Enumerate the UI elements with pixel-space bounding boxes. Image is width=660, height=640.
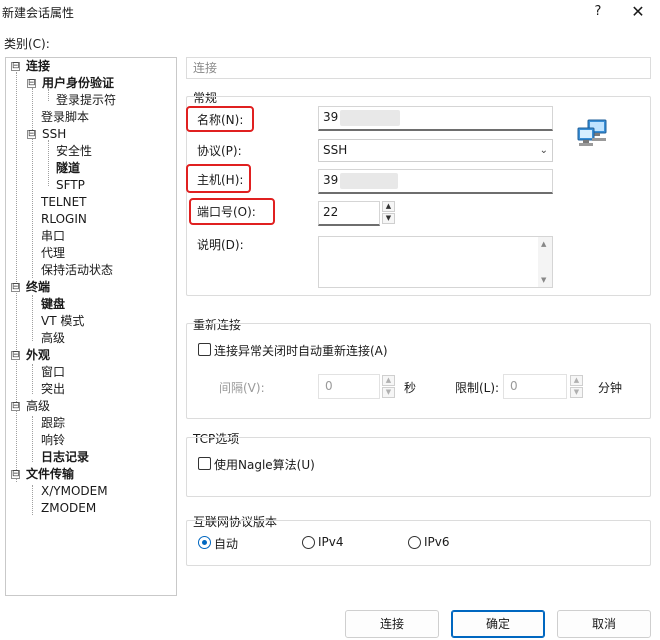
host-value: 39 xyxy=(323,173,339,187)
port-input[interactable]: 22 xyxy=(318,201,380,226)
nagle-label: 使用Nagle算法(U) xyxy=(214,458,315,472)
limit-unit: 分钟 xyxy=(598,381,623,395)
redacted-blur xyxy=(340,110,400,126)
help-button[interactable]: ? xyxy=(584,0,612,26)
tree-line xyxy=(32,364,33,394)
collapse-icon[interactable]: ⊟ xyxy=(27,79,36,88)
tree-item-advanced[interactable]: ⊟ 高级 xyxy=(10,398,50,415)
tree-line xyxy=(32,295,33,341)
tree-line xyxy=(16,72,17,482)
tree-item-tunnel[interactable]: 隧道 xyxy=(56,160,80,177)
tree-item-appearance[interactable]: ⊟ 外观 xyxy=(10,347,50,364)
protocol-select[interactable]: SSH ⌄ xyxy=(318,139,553,162)
tree-item-login-script[interactable]: 登录脚本 xyxy=(41,109,89,126)
ip-auto-label: 自动 xyxy=(214,537,239,551)
collapse-icon[interactable]: ⊟ xyxy=(11,62,20,71)
tree-item-logging[interactable]: 日志记录 xyxy=(41,449,89,466)
interval-label: 间隔(V): xyxy=(219,381,265,395)
tree-item-file-transfer[interactable]: ⊟ 文件传输 xyxy=(10,466,74,483)
ipv4-label: IPv4 xyxy=(318,535,344,549)
redacted-blur xyxy=(340,173,398,189)
tree-line xyxy=(32,416,33,462)
scrollbar[interactable]: ▲ ▼ xyxy=(538,237,552,287)
title-bar: 新建会话属性 ? ✕ xyxy=(0,0,660,26)
interval-unit: 秒 xyxy=(404,381,417,395)
tree-item-terminal[interactable]: ⊟ 终端 xyxy=(10,279,50,296)
ip-auto-radio[interactable] xyxy=(198,536,211,549)
port-label: 端口号(O): xyxy=(197,205,256,219)
tree-item-security[interactable]: 安全性 xyxy=(56,143,92,160)
reconnect-group xyxy=(186,323,651,419)
description-label: 说明(D): xyxy=(197,238,244,252)
cancel-button[interactable]: 取消 xyxy=(557,610,651,638)
tree-item-keyboard[interactable]: 键盘 xyxy=(41,296,65,313)
tree-item-keepalive[interactable]: 保持活动状态 xyxy=(41,262,113,279)
tree-item-proxy[interactable]: 代理 xyxy=(41,245,65,262)
limit-label: 限制(L): xyxy=(455,381,500,395)
breadcrumb: 连接 xyxy=(186,57,651,79)
tree-item-telnet[interactable]: TELNET xyxy=(41,194,87,211)
tree-item-terminal-advanced[interactable]: 高级 xyxy=(41,330,65,347)
tree-item-vt-mode[interactable]: VT 模式 xyxy=(41,313,84,330)
category-label: 类别(C): xyxy=(4,37,50,51)
collapse-icon[interactable]: ⊟ xyxy=(27,130,36,139)
close-button[interactable]: ✕ xyxy=(620,0,656,26)
tree-item-rlogin[interactable]: RLOGIN xyxy=(41,211,87,228)
tree-line xyxy=(48,140,49,186)
network-computers-icon xyxy=(577,119,607,146)
limit-decrement-button[interactable]: ▼ xyxy=(570,387,583,398)
tree-item-highlight[interactable]: 突出 xyxy=(41,381,65,398)
scroll-up-icon[interactable]: ▲ xyxy=(541,240,546,248)
protocol-label: 协议(P): xyxy=(197,144,242,158)
tree-line xyxy=(32,88,33,278)
name-value: 39 xyxy=(323,110,339,124)
host-label: 主机(H): xyxy=(197,173,244,187)
tree-item-xymodem[interactable]: X/YMODEM xyxy=(41,483,108,500)
ok-button[interactable]: 确定 xyxy=(451,610,545,638)
collapse-icon[interactable]: ⊟ xyxy=(11,470,20,479)
collapse-icon[interactable]: ⊟ xyxy=(11,402,20,411)
scroll-down-icon[interactable]: ▼ xyxy=(541,276,546,284)
ipv6-label: IPv6 xyxy=(424,535,450,549)
window-title: 新建会话属性 xyxy=(2,6,75,20)
collapse-icon[interactable]: ⊟ xyxy=(11,351,20,360)
limit-increment-button[interactable]: ▲ xyxy=(570,375,583,386)
tree-item-serial[interactable]: 串口 xyxy=(41,228,65,245)
tree-item-user-auth[interactable]: ⊟ 用户身份验证 xyxy=(26,75,114,92)
chevron-down-icon: ⌄ xyxy=(539,145,548,156)
tree-item-zmodem[interactable]: ZMODEM xyxy=(41,500,96,517)
ipv4-radio[interactable] xyxy=(302,536,315,549)
interval-input[interactable]: 0 xyxy=(318,374,380,399)
tree-item-sftp[interactable]: SFTP xyxy=(56,177,85,194)
description-textarea[interactable]: ▲ ▼ xyxy=(318,236,553,288)
category-tree[interactable]: ⊟ 连接 ⊟ 用户身份验证 登录提示符 登录脚本 ⊟ SSH 安全性 隧道 SF… xyxy=(5,57,177,596)
auto-reconnect-label: 连接异常关闭时自动重新连接(A) xyxy=(214,344,388,358)
interval-increment-button[interactable]: ▲ xyxy=(382,375,395,386)
connect-button[interactable]: 连接 xyxy=(345,610,439,638)
auto-reconnect-checkbox[interactable] xyxy=(198,343,211,356)
tree-item-login-prompt[interactable]: 登录提示符 xyxy=(56,92,116,109)
tree-item-trace[interactable]: 跟踪 xyxy=(41,415,65,432)
port-increment-button[interactable]: ▲ xyxy=(382,201,395,212)
port-decrement-button[interactable]: ▼ xyxy=(382,213,395,224)
tree-line xyxy=(32,485,33,515)
tree-item-connection[interactable]: ⊟ 连接 xyxy=(10,58,50,75)
name-label: 名称(N): xyxy=(197,113,244,127)
collapse-icon[interactable]: ⊟ xyxy=(11,283,20,292)
nagle-checkbox[interactable] xyxy=(198,457,211,470)
tree-item-window[interactable]: 窗口 xyxy=(41,364,65,381)
tree-item-bell[interactable]: 响铃 xyxy=(41,432,65,449)
interval-decrement-button[interactable]: ▼ xyxy=(382,387,395,398)
tree-item-ssh[interactable]: ⊟ SSH xyxy=(26,126,66,143)
limit-input[interactable]: 0 xyxy=(503,374,567,399)
protocol-value: SSH xyxy=(323,143,348,157)
port-value: 22 xyxy=(323,205,339,219)
ipv6-radio[interactable] xyxy=(408,536,421,549)
